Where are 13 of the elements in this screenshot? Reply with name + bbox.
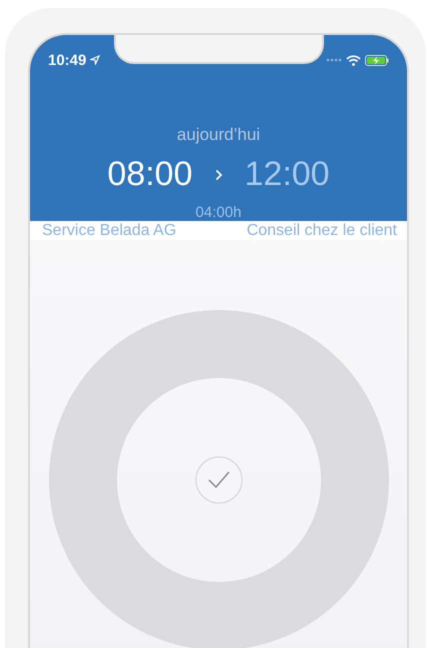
status-time: 10:49 bbox=[48, 52, 86, 68]
chevron-icon bbox=[214, 168, 222, 180]
client-name[interactable]: Service Belada AG bbox=[42, 222, 176, 240]
signal-dots-icon bbox=[326, 58, 342, 62]
check-button[interactable] bbox=[194, 456, 242, 504]
start-time[interactable]: 08:00 bbox=[107, 155, 192, 194]
end-time[interactable]: 12:00 bbox=[244, 155, 330, 194]
date-label: aujourd’hui bbox=[176, 125, 260, 145]
wifi-icon bbox=[346, 54, 361, 66]
duration-label: 04:00h bbox=[196, 204, 242, 221]
location-arrow-icon bbox=[90, 55, 100, 65]
activity-name[interactable]: Conseil chez le client bbox=[246, 222, 397, 240]
battery-charging-icon bbox=[365, 54, 389, 66]
